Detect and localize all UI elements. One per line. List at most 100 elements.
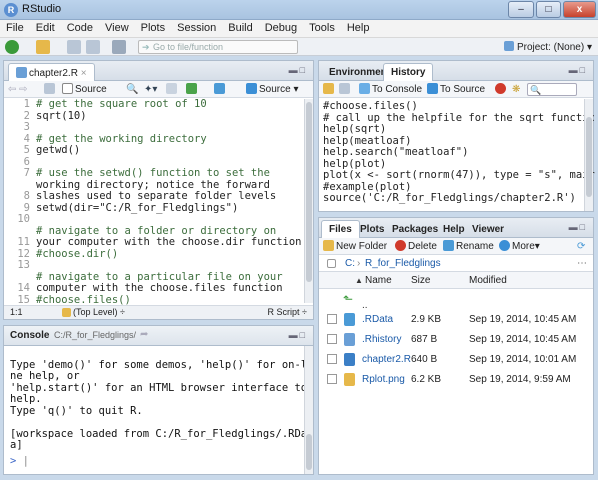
row-checkbox[interactable] (327, 374, 337, 384)
open-project-icon[interactable] (36, 40, 50, 54)
scroll-thumb[interactable] (306, 434, 312, 470)
go-to-directory-icon[interactable]: ➦ (140, 329, 148, 340)
file-row[interactable]: .RData 2.9 KB Sep 19, 2014, 10:45 AM (319, 310, 593, 330)
up-arrow-icon: ⬑ (343, 292, 354, 306)
row-checkbox[interactable] (327, 354, 337, 364)
run-icon[interactable] (186, 83, 197, 94)
file-row[interactable]: chapter2.R 640 B Sep 19, 2014, 10:01 AM (319, 350, 593, 370)
save-icon[interactable] (44, 83, 55, 94)
scroll-thumb[interactable] (586, 117, 592, 197)
load-history-icon[interactable] (323, 83, 334, 94)
row-checkbox[interactable] (327, 334, 337, 344)
rdata-file-icon (344, 313, 355, 326)
delete-label: Delete (408, 241, 437, 252)
menu-plots[interactable]: Plots (135, 20, 171, 34)
breadcrumb-dir[interactable]: R_for_Fledglings (365, 257, 441, 270)
pane-minmax-icon[interactable]: ▬□ (569, 65, 587, 75)
new-file-icon[interactable] (5, 40, 19, 54)
scroll-thumb[interactable] (306, 102, 312, 282)
rhistory-file-icon (344, 333, 355, 346)
pane-minmax-icon[interactable]: ▬□ (289, 65, 307, 75)
history-entry: #choose.files() (323, 100, 418, 112)
tab-history[interactable]: History (383, 63, 434, 81)
remove-entry-icon[interactable] (495, 83, 506, 94)
more-button[interactable]: More▾ (499, 240, 540, 253)
tab-chapter2[interactable]: chapter2.R × (8, 63, 95, 81)
menu-session[interactable]: Session (171, 20, 222, 34)
console-header: Console C:/R_for_Fledglings/ ➦ ▬□ (4, 326, 313, 346)
maximize-button[interactable]: □ (536, 1, 561, 18)
save-all-icon[interactable] (86, 40, 100, 54)
files-header: ▲ Name Size Modified (319, 272, 593, 289)
to-source-label: To Source (440, 84, 486, 95)
refresh-icon[interactable]: ⟳ (577, 240, 585, 253)
close-tab-icon[interactable]: × (81, 68, 87, 79)
menu-edit[interactable]: Edit (30, 20, 61, 34)
col-size[interactable]: Size (411, 274, 430, 287)
parent-dir-row[interactable]: ⬑ .. (319, 290, 593, 311)
menu-file[interactable]: File (0, 20, 30, 34)
file-name[interactable]: Rplot.png (362, 374, 405, 385)
file-name[interactable]: .RData (362, 314, 393, 325)
file-row[interactable]: Rplot.png 6.2 KB Sep 19, 2014, 9:59 AM (319, 370, 593, 390)
file-row[interactable]: .Rhistory 687 B Sep 19, 2014, 10:45 AM (319, 330, 593, 350)
delete-icon (395, 240, 406, 251)
history-list[interactable]: #choose.files() # call up the helpfile fo… (323, 100, 595, 205)
save-history-icon[interactable] (339, 83, 350, 94)
to-source-button[interactable]: To Source (427, 83, 485, 96)
code-editor[interactable]: # get the square root of 10 sqrt(10) # ge… (36, 98, 302, 306)
save-icon[interactable] (67, 40, 81, 54)
menu-code[interactable]: Code (61, 20, 99, 34)
clear-history-icon[interactable]: ❋ (512, 83, 520, 96)
menu-debug[interactable]: Debug (259, 20, 303, 34)
more-options-icon[interactable]: ⋯ (577, 257, 587, 270)
rerun-icon[interactable] (214, 83, 225, 94)
pane-minmax-icon[interactable]: ▬□ (289, 330, 307, 340)
breadcrumb-root[interactable]: C: (345, 257, 355, 270)
minimize-button[interactable]: – (508, 1, 534, 18)
console-path: C:/R_for_Fledglings/ (54, 330, 137, 340)
scope-selector[interactable]: (Top Level) ÷ (62, 307, 125, 317)
menu-help[interactable]: Help (341, 20, 376, 34)
history-entry: help.search("meatloaf") (323, 146, 469, 158)
tab-viewer[interactable]: Viewer (464, 220, 512, 238)
file-size: 6.2 KB (411, 374, 442, 385)
delete-button[interactable]: Delete (395, 240, 437, 253)
history-search-input[interactable]: 🔍 (527, 83, 577, 96)
file-name[interactable]: chapter2.R (362, 354, 411, 365)
new-folder-button[interactable]: New Folder (323, 240, 387, 253)
console-prompt[interactable]: > | (10, 455, 29, 468)
source-on-save-checkbox[interactable] (62, 83, 73, 94)
console-scrollbar[interactable] (304, 346, 313, 474)
menu-build[interactable]: Build (222, 20, 258, 34)
menu-tools[interactable]: Tools (303, 20, 341, 34)
line-number: 8 (23, 190, 30, 202)
editor-scrollbar[interactable] (304, 99, 313, 303)
row-checkbox[interactable] (327, 314, 337, 324)
col-name[interactable]: Name (365, 274, 392, 287)
go-to-function-input[interactable]: Go to file/function (138, 40, 298, 54)
source-button[interactable]: Source ▾ (246, 83, 299, 96)
compile-icon[interactable] (166, 83, 177, 94)
file-type-selector[interactable]: R Script ÷ (268, 307, 307, 317)
code-line: your computer with the choose.dir functi… (36, 236, 302, 248)
menu-view[interactable]: View (99, 20, 135, 34)
history-scrollbar[interactable] (584, 99, 593, 211)
project-menu[interactable]: Project: (None) ▾ (503, 41, 592, 53)
rename-button[interactable]: Rename (443, 240, 494, 253)
close-button[interactable]: x (563, 1, 596, 18)
code-tools-icon[interactable]: ✦▾ (144, 83, 157, 96)
console-line: ne help, or (10, 370, 80, 382)
print-icon[interactable] (112, 40, 126, 54)
scope-icon (62, 308, 71, 317)
to-console-button[interactable]: To Console (359, 83, 422, 96)
editor-tabstrip: chapter2.R × ▬□ (4, 61, 313, 81)
back-forward-icon[interactable]: ⇦ ⇨ (8, 83, 28, 96)
col-modified[interactable]: Modified (469, 274, 507, 287)
search-icon[interactable]: 🔍 (126, 83, 138, 96)
sort-asc-icon[interactable]: ▲ (355, 274, 363, 287)
file-name[interactable]: .Rhistory (362, 334, 401, 345)
pane-minmax-icon[interactable]: ▬□ (569, 222, 587, 232)
select-all-checkbox[interactable] (327, 259, 336, 268)
source-on-save-label: Source (75, 84, 107, 95)
